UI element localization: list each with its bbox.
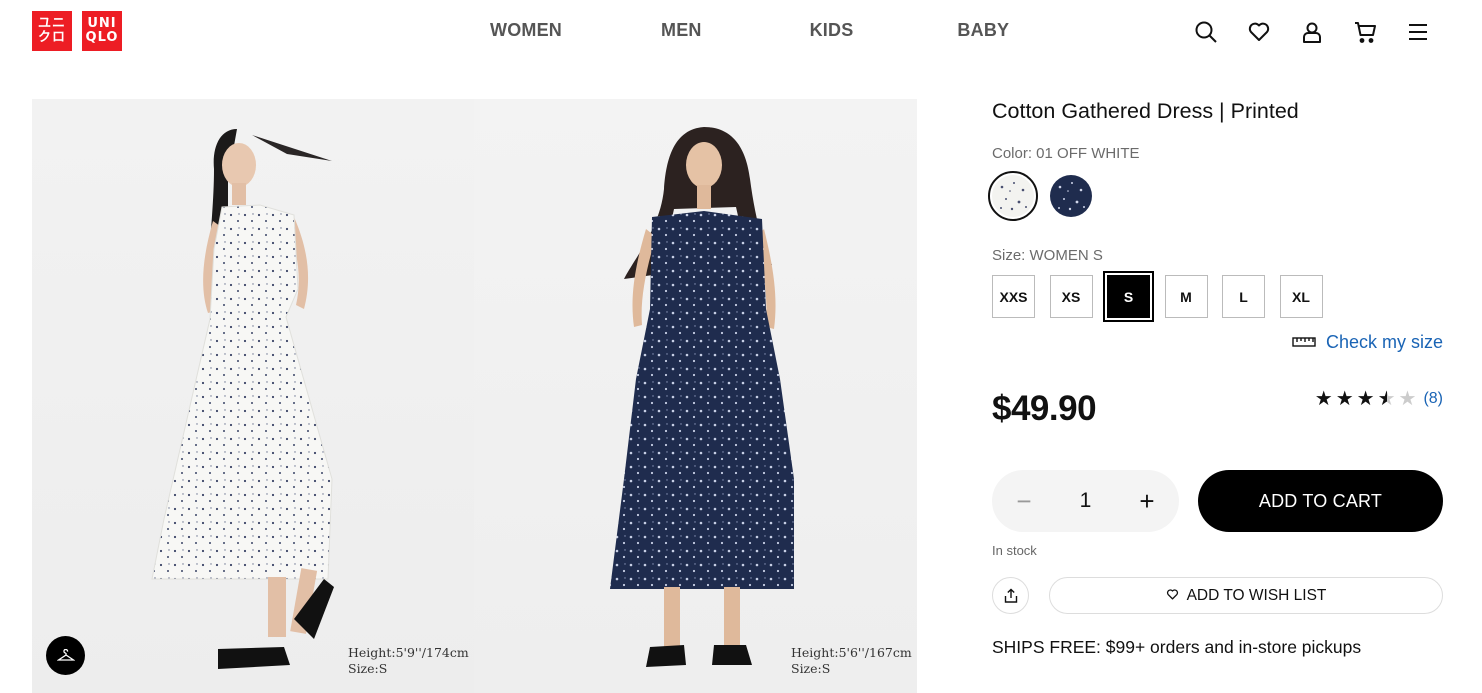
- quantity-stepper: − 1 +: [992, 470, 1179, 532]
- product-photo-white[interactable]: Height:5'9''/174cm Size:S: [32, 99, 474, 693]
- model-size: Size:S: [791, 661, 831, 676]
- star-icon: ★: [1314, 388, 1333, 410]
- swatch-off-white-fill: [992, 175, 1034, 217]
- model-caption: Height:5'6''/167cm Size:S: [791, 645, 912, 677]
- size-l[interactable]: L: [1222, 275, 1265, 318]
- header-actions: [1193, 19, 1431, 45]
- star-icon: ★: [1356, 388, 1375, 410]
- check-size-link[interactable]: Check my size: [1292, 332, 1443, 353]
- product-photo-navy[interactable]: Height:5'6''/167cm Size:S: [474, 99, 917, 693]
- review-count[interactable]: (8): [1423, 390, 1443, 408]
- main-nav: WOMEN MEN KIDS BABY: [490, 20, 1108, 41]
- color-label: Color: 01 OFF WHITE: [992, 145, 1140, 162]
- nav-women[interactable]: WOMEN: [490, 20, 562, 41]
- swatch-navy-fill: [1050, 175, 1092, 217]
- model-height: Height:5'9''/174cm: [348, 645, 469, 660]
- qty-value[interactable]: 1: [1080, 489, 1092, 513]
- logo-line-1: ユニ: [37, 16, 66, 31]
- size-label: Size: WOMEN S: [992, 247, 1103, 264]
- nav-men[interactable]: MEN: [661, 20, 702, 41]
- rating[interactable]: ★ ★ ★ ★ ★ (8): [1315, 389, 1443, 409]
- swatch-navy[interactable]: [1046, 171, 1096, 221]
- check-size-label: Check my size: [1325, 332, 1443, 352]
- size-xl[interactable]: XL: [1279, 275, 1323, 318]
- search-icon[interactable]: [1193, 19, 1219, 45]
- size-xxs[interactable]: XXS: [992, 275, 1035, 318]
- hanger-icon[interactable]: [46, 636, 85, 675]
- logo-latin: UNI QLO: [82, 11, 122, 51]
- size-s[interactable]: S: [1105, 273, 1152, 320]
- shipping-info: SHIPS FREE: $99+ orders and in-store pic…: [992, 637, 1362, 657]
- add-to-wishlist-button[interactable]: ADD TO WISH LIST: [1049, 577, 1443, 614]
- model-size: Size:S: [348, 661, 388, 676]
- uniqlo-logo[interactable]: ユニ クロ UNI QLO: [32, 11, 122, 51]
- add-to-cart-button[interactable]: ADD TO CART: [1198, 470, 1443, 532]
- product-price: $49.90: [992, 389, 1097, 428]
- nav-baby[interactable]: BABY: [957, 20, 1009, 41]
- product-gallery: Height:5'9''/174cm Size:S Height:5'6''/1…: [32, 99, 917, 693]
- logo-katakana: ユニ クロ: [32, 11, 72, 51]
- stock-status: In stock: [992, 543, 1037, 558]
- menu-icon[interactable]: [1405, 19, 1431, 45]
- logo-line-2: QLO: [85, 30, 119, 45]
- heart-icon[interactable]: [1246, 19, 1272, 45]
- size-options: XXS XS S M L XL: [992, 273, 1337, 320]
- ruler-icon: [1292, 334, 1316, 352]
- color-swatches: [988, 171, 1096, 221]
- cart-icon[interactable]: [1352, 19, 1378, 45]
- site-header: ユニ クロ UNI QLO WOMEN MEN KIDS BABY: [0, 0, 1482, 64]
- model-height: Height:5'6''/167cm: [791, 645, 912, 660]
- account-icon[interactable]: [1299, 19, 1325, 45]
- size-xs[interactable]: XS: [1049, 275, 1093, 318]
- size-m[interactable]: M: [1164, 275, 1208, 318]
- logo-line-2: クロ: [37, 30, 66, 45]
- nav-kids[interactable]: KIDS: [810, 20, 854, 41]
- wishlist-label: ADD TO WISH LIST: [1186, 586, 1327, 604]
- heart-icon: [1166, 587, 1179, 605]
- product-title: Cotton Gathered Dress | Printed: [992, 99, 1299, 123]
- qty-increase-button[interactable]: +: [1137, 488, 1157, 514]
- qty-decrease-button[interactable]: −: [1014, 488, 1034, 514]
- star-icon: ★: [1335, 388, 1354, 410]
- star-empty-icon: ★: [1398, 388, 1417, 410]
- swatch-off-white[interactable]: [988, 171, 1038, 221]
- star-half-icon: ★: [1377, 388, 1396, 410]
- logo-line-1: UNI: [87, 16, 117, 31]
- share-icon[interactable]: [992, 577, 1029, 614]
- model-caption: Height:5'9''/174cm Size:S: [348, 645, 469, 677]
